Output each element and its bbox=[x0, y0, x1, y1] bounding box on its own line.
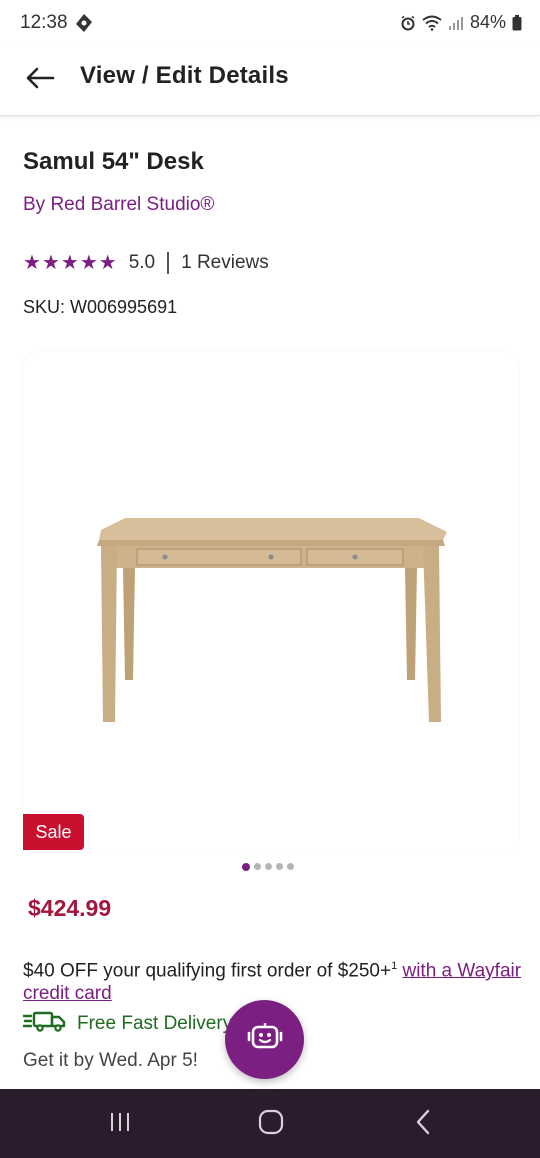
signal-icon bbox=[448, 15, 464, 31]
back-chevron-icon bbox=[414, 1109, 432, 1140]
product-image bbox=[93, 512, 449, 727]
page-title: View / Edit Details bbox=[80, 62, 289, 89]
carousel-dots[interactable] bbox=[242, 862, 294, 871]
home-icon bbox=[258, 1109, 284, 1140]
promo-footnote: 1 bbox=[391, 960, 398, 972]
system-nav-bar bbox=[0, 1089, 540, 1158]
product-title: Samul 54" Desk bbox=[23, 148, 204, 175]
wifi-icon bbox=[422, 15, 442, 31]
app-header: View / Edit Details bbox=[0, 46, 540, 116]
star-rating: ★ ★ ★ ★ ★ bbox=[23, 253, 117, 273]
sku-text: SKU: W006995691 bbox=[23, 297, 178, 317]
star-icon: ★ bbox=[98, 252, 117, 274]
star-icon: ★ bbox=[41, 252, 60, 274]
brand-link[interactable]: By Red Barrel Studio® bbox=[23, 194, 214, 216]
carousel-dot[interactable] bbox=[265, 863, 272, 870]
status-time: 12:38 bbox=[20, 12, 68, 33]
shipping-label: Free Fast Delivery bbox=[77, 1012, 233, 1034]
recent-apps-icon bbox=[108, 1111, 132, 1138]
battery-icon bbox=[512, 14, 522, 31]
promo-offer: $40 OFF your qualifying first order of $… bbox=[23, 960, 392, 982]
rating-row[interactable]: ★ ★ ★ ★ ★ 5.0 1 Reviews bbox=[23, 250, 269, 276]
rating-value: 5.0 bbox=[128, 252, 156, 273]
shield-icon bbox=[74, 13, 94, 38]
alarm-icon bbox=[400, 15, 416, 31]
promo-text: $40 OFF your qualifying first order of $… bbox=[23, 955, 523, 1005]
robot-assistant-icon bbox=[247, 1021, 283, 1058]
carousel-dot[interactable] bbox=[287, 863, 294, 870]
recent-apps-button[interactable] bbox=[100, 1109, 140, 1139]
back-button[interactable] bbox=[22, 62, 58, 98]
sale-badge: Sale bbox=[23, 814, 84, 850]
delivery-date: Get it by Wed. Apr 5! bbox=[23, 1050, 198, 1071]
shipping-row: Free Fast Delivery bbox=[21, 1010, 233, 1037]
review-count-link[interactable]: 1 Reviews bbox=[181, 252, 269, 274]
carousel-dot[interactable] bbox=[242, 862, 250, 871]
home-button[interactable] bbox=[251, 1109, 291, 1139]
carousel-dot[interactable] bbox=[276, 863, 283, 870]
battery-text: 84% bbox=[469, 12, 506, 32]
divider bbox=[167, 252, 170, 274]
status-indicators: 84% bbox=[400, 12, 522, 33]
star-icon: ★ bbox=[60, 252, 79, 274]
truck-icon bbox=[21, 1010, 67, 1037]
product-image-carousel[interactable]: Sale bbox=[23, 352, 519, 852]
status-bar: 12:38 84% bbox=[0, 0, 540, 46]
nav-back-button[interactable] bbox=[403, 1109, 443, 1139]
arrow-left-icon bbox=[25, 67, 55, 94]
carousel-dot[interactable] bbox=[254, 863, 261, 870]
star-icon: ★ bbox=[23, 252, 41, 274]
assistant-button[interactable] bbox=[225, 1000, 304, 1079]
star-icon: ★ bbox=[79, 252, 98, 274]
price: $424.99 bbox=[28, 895, 112, 921]
